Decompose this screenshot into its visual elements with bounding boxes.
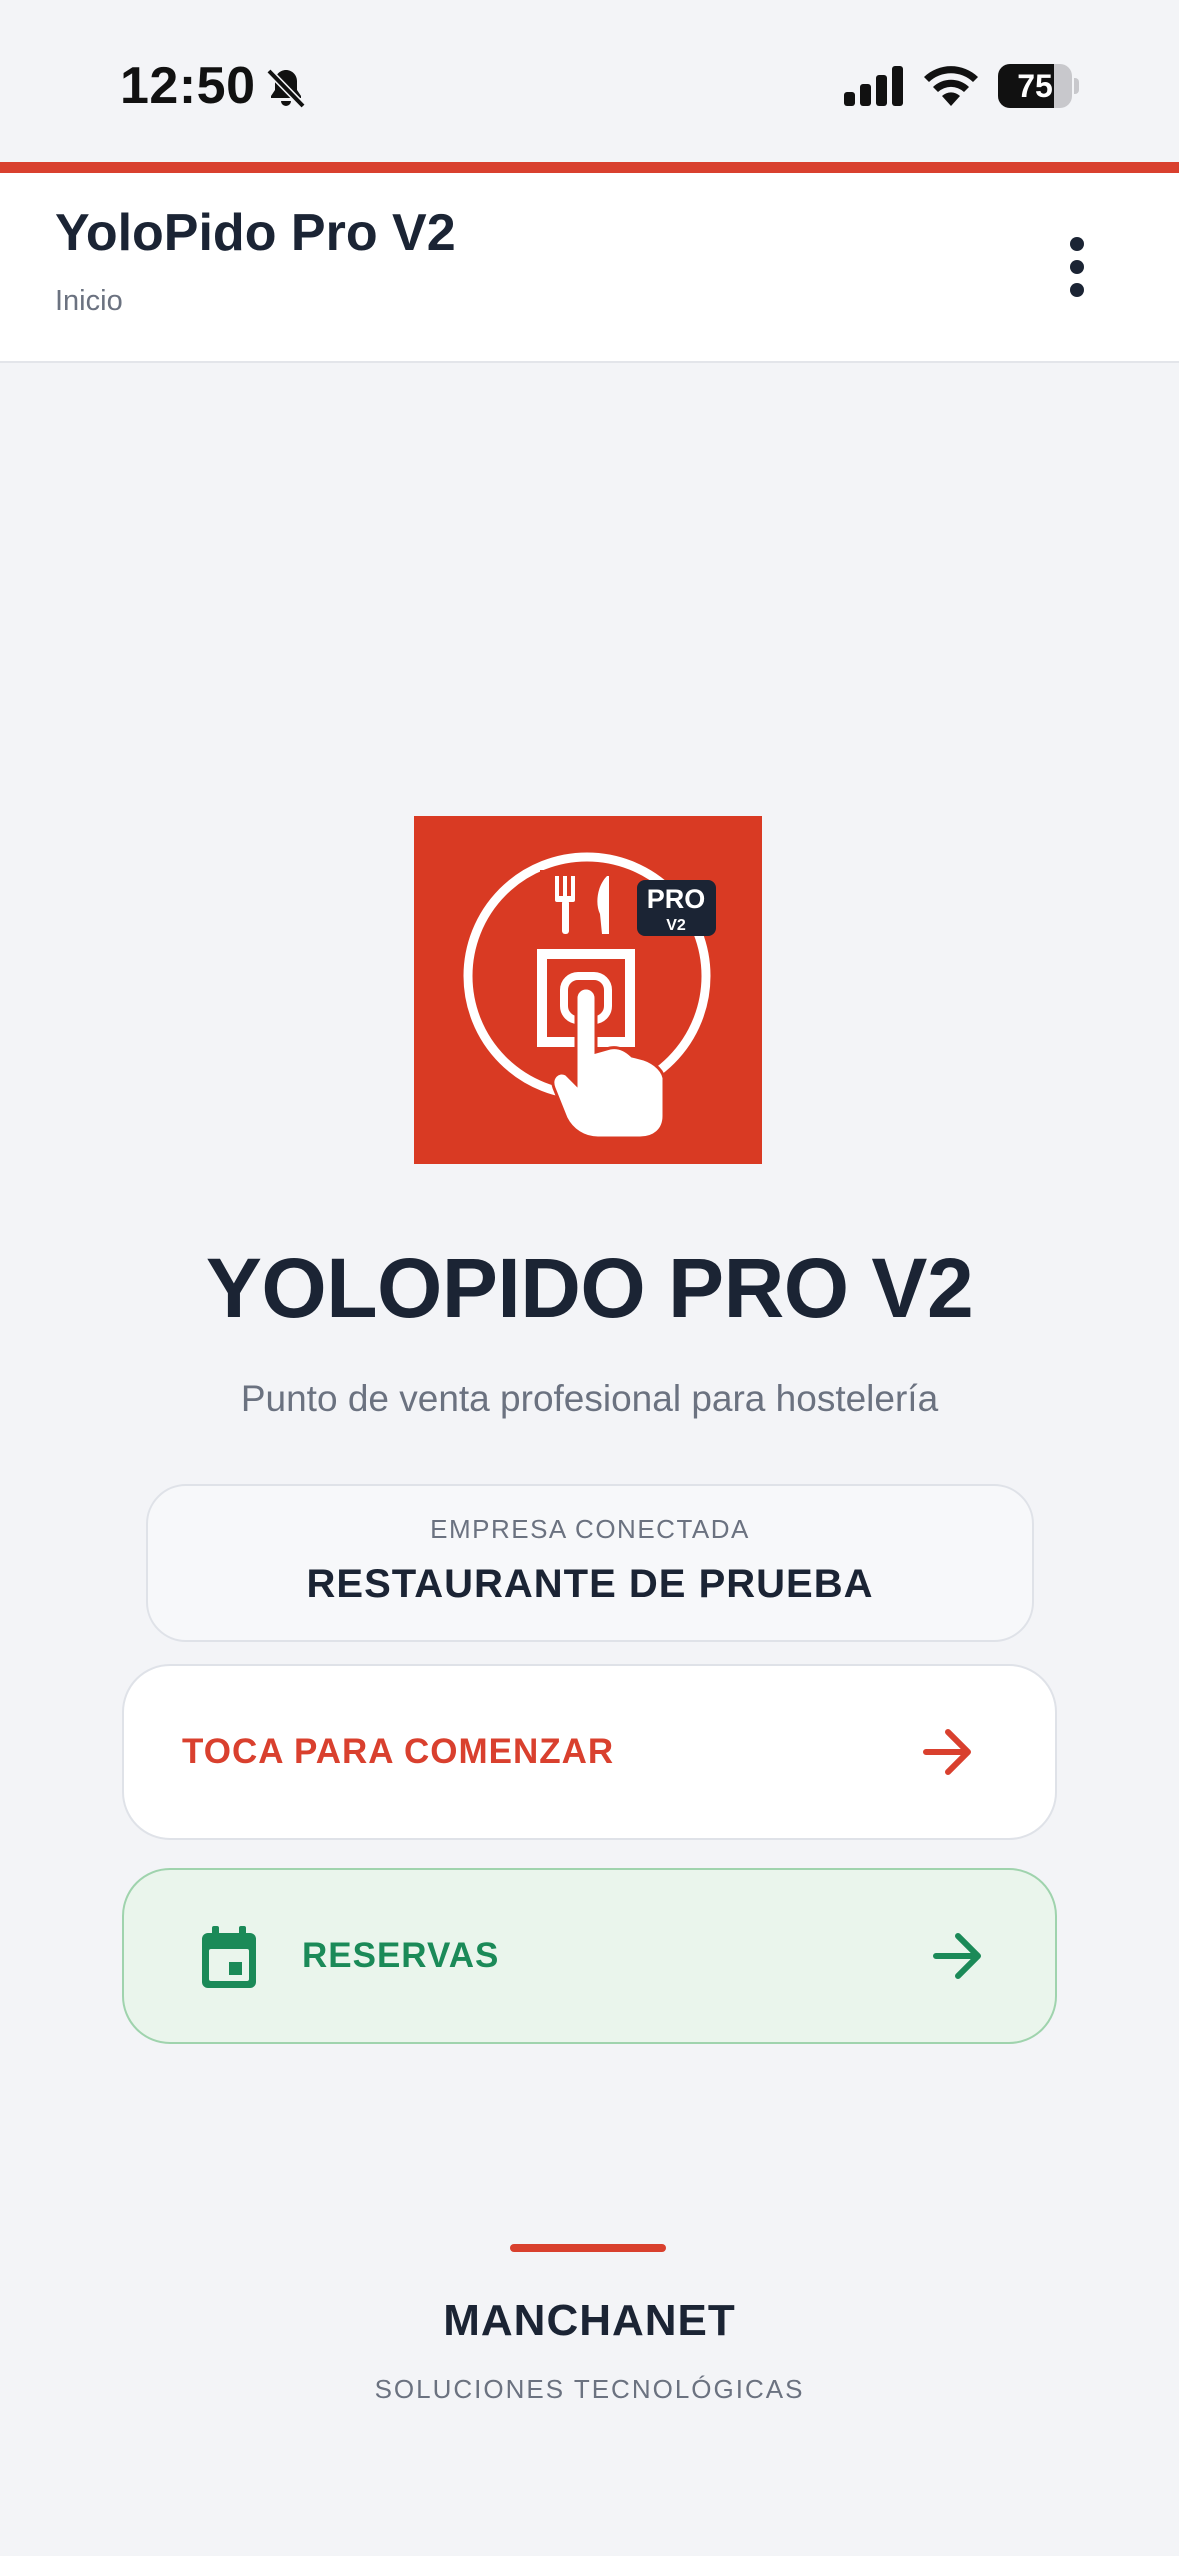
reservas-button[interactable]: RESERVAS [122,1868,1057,2044]
start-button-label: TOCA PARA COMENZAR [182,1732,615,1771]
header-accent-strip [0,162,1179,173]
footer-brand: MANCHANET [443,2296,736,2345]
company-label: EMPRESA CONECTADA [430,1514,750,1544]
footer-divider [510,2244,666,2252]
hero-title: YOLOPIDO PRO V2 [205,1241,974,1335]
battery-percent-text: 75 [1017,68,1053,104]
home-screen: 12:50 75 YoloPido Pro V2 Inicio PRO V2 Y… [0,0,1179,2556]
connected-company-card: EMPRESA CONECTADA RESTAURANTE DE PRUEBA [146,1484,1034,1642]
more-options-button[interactable] [1046,231,1108,303]
arrow-right-icon [923,1729,971,1775]
hero-tagline: Punto de venta profesional para hosteler… [240,1378,939,1419]
cellular-signal-icon [844,66,903,106]
battery-indicator: 75 [998,64,1079,108]
page-breadcrumb: Inicio [55,285,123,317]
status-bar: 12:50 75 [0,0,1179,162]
wifi-icon [924,66,978,106]
app-logo: PRO V2 [414,816,762,1164]
arrow-right-icon [933,1933,981,1979]
app-title: YoloPido Pro V2 [55,204,456,262]
calendar-icon [202,1926,256,1988]
logo-badge-pro: PRO [647,884,706,914]
bell-muted-icon [266,68,306,109]
logo-badge-version: V2 [666,917,686,934]
more-vertical-icon [1070,237,1084,251]
reservas-button-label: RESERVAS [302,1936,500,1975]
company-name: RESTAURANTE DE PRUEBA [306,1562,874,1606]
footer-tagline: SOLUCIONES TECNOLÓGICAS [374,2374,805,2404]
app-header: YoloPido Pro V2 Inicio [0,173,1179,363]
status-time: 12:50 [120,57,256,115]
logo-graphic: PRO V2 [463,852,716,1140]
start-button[interactable]: TOCA PARA COMENZAR [122,1664,1057,1840]
